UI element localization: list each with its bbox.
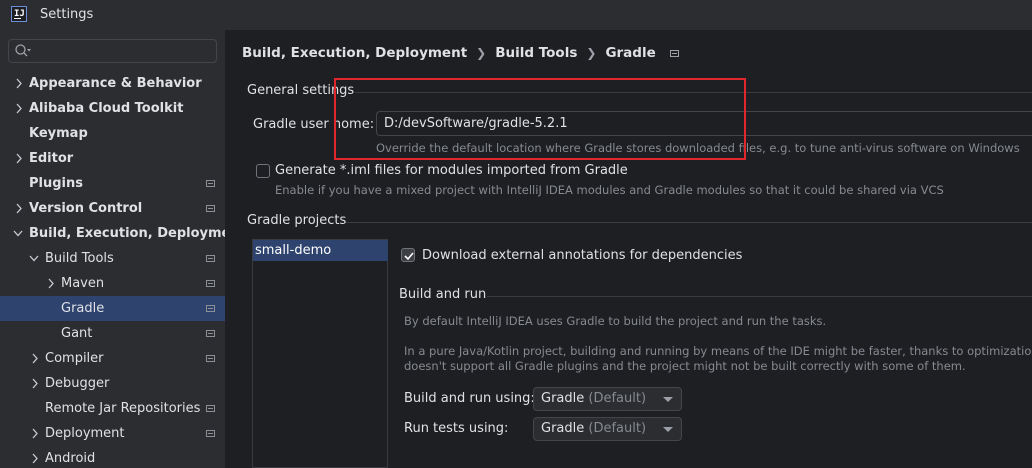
sidebar-item-alibaba-cloud-toolkit[interactable]: Alibaba Cloud Toolkit <box>0 96 225 121</box>
settings-content-panel: Build, Execution, Deployment ❯ Build Too… <box>225 30 1032 468</box>
intellij-logo-icon: IJ <box>11 6 27 22</box>
sidebar-item-build-tools[interactable]: Build Tools <box>0 246 225 271</box>
sidebar-item-android[interactable]: Android <box>0 446 225 468</box>
project-settings-icon <box>669 49 679 57</box>
sidebar-item-label: Build, Execution, Deployment <box>29 226 246 241</box>
settings-search-input[interactable] <box>8 39 217 63</box>
project-settings-icon <box>206 355 215 362</box>
window-title: Settings <box>40 7 94 22</box>
gradle-projects-title: Gradle projects <box>247 213 347 228</box>
search-icon <box>15 44 31 57</box>
sidebar-item-debugger[interactable]: Debugger <box>0 371 225 396</box>
checkmark-icon <box>404 252 414 261</box>
build-run-using-dropdown[interactable]: Gradle (Default) <box>533 387 682 411</box>
sidebar-item-version-control[interactable]: Version Control <box>0 196 225 221</box>
breadcrumb-item-build-tools[interactable]: Build Tools <box>495 45 577 61</box>
breadcrumb-separator-icon: ❯ <box>586 46 597 60</box>
chevron-right-icon <box>32 378 38 389</box>
sidebar-item-gradle[interactable]: Gradle <box>0 296 225 321</box>
sidebar-item-label: Keymap <box>29 126 88 141</box>
sidebar-item-label: Build Tools <box>45 251 114 266</box>
sidebar-item-deployment[interactable]: Deployment <box>0 421 225 446</box>
gradle-user-home-hint: Override the default location where Grad… <box>376 141 1020 155</box>
gradle-user-home-label: Gradle user home: <box>253 117 375 132</box>
build-and-run-title: Build and run <box>399 287 487 302</box>
generate-iml-checkbox[interactable] <box>256 164 270 178</box>
sidebar-item-label: Deployment <box>45 426 125 441</box>
project-settings-icon <box>206 180 215 187</box>
chevron-right-icon <box>16 78 22 89</box>
gradle-user-home-input[interactable]: D:/devSoftware/gradle-5.2.1 <box>376 111 1032 136</box>
project-settings-icon <box>206 405 215 412</box>
project-settings-icon <box>206 280 215 287</box>
project-settings-icon <box>206 305 215 312</box>
sidebar-item-label: Debugger <box>45 376 110 391</box>
project-settings-icon <box>206 205 215 212</box>
sidebar-item-keymap[interactable]: Keymap <box>0 121 225 146</box>
section-divider <box>346 222 1032 223</box>
sidebar-item-plugins[interactable]: Plugins <box>0 171 225 196</box>
sidebar-item-maven[interactable]: Maven <box>0 271 225 296</box>
section-divider <box>355 92 1032 93</box>
download-annotations-label[interactable]: Download external annotations for depend… <box>422 248 742 263</box>
chevron-right-icon <box>32 453 38 464</box>
sidebar-item-label: Gradle <box>61 301 105 316</box>
project-settings-icon <box>206 255 215 262</box>
sidebar-item-label: Gant <box>61 326 93 341</box>
sidebar-item-compiler[interactable]: Compiler <box>0 346 225 371</box>
settings-sidebar: Appearance & Behavior Alibaba Cloud Tool… <box>0 30 246 468</box>
ide-build-note-line1: In a pure Java/Kotlin project, building … <box>404 344 1032 358</box>
sidebar-item-label: Version Control <box>29 201 143 216</box>
project-settings-icon <box>206 430 215 437</box>
sidebar-item-build-execution-deployment[interactable]: Build, Execution, Deployment <box>0 221 246 246</box>
chevron-right-icon <box>16 153 22 164</box>
chevron-down-icon <box>663 397 673 402</box>
breadcrumb-separator-icon: ❯ <box>476 46 487 60</box>
run-tests-using-label: Run tests using: <box>404 421 509 436</box>
chevron-down-icon <box>29 255 39 262</box>
breadcrumb: Build, Execution, Deployment ❯ Build Too… <box>242 43 679 63</box>
sidebar-item-label: Plugins <box>29 176 83 191</box>
sidebar-item-label: Appearance & Behavior <box>29 76 202 91</box>
sidebar-item-label: Maven <box>61 276 105 291</box>
dropdown-value: Gradle <box>541 391 589 406</box>
general-settings-title: General settings <box>247 83 355 98</box>
sidebar-item-gant[interactable]: Gant <box>0 321 225 346</box>
chevron-right-icon <box>48 278 54 289</box>
sidebar-item-label: Remote Jar Repositories <box>45 401 201 416</box>
breadcrumb-item-build-execution-deployment[interactable]: Build, Execution, Deployment <box>242 45 467 61</box>
build-run-using-label: Build and run using: <box>404 391 535 406</box>
dropdown-default-tag: (Default) <box>588 391 647 406</box>
dropdown-value: Gradle <box>541 421 589 436</box>
ide-build-note-line2: doesn't support all Gradle plugins and t… <box>404 359 966 373</box>
chevron-down-icon <box>13 230 23 237</box>
sidebar-item-label: Compiler <box>45 351 104 366</box>
sidebar-item-appearance-behavior[interactable]: Appearance & Behavior <box>0 71 225 96</box>
chevron-down-icon <box>663 427 673 432</box>
list-item-project[interactable]: small-demo <box>253 240 388 261</box>
download-annotations-checkbox[interactable] <box>401 248 415 262</box>
chevron-right-icon <box>32 353 38 364</box>
generate-iml-label[interactable]: Generate *.iml files for modules importe… <box>275 163 628 178</box>
chevron-right-icon <box>16 203 22 214</box>
sidebar-item-label: Alibaba Cloud Toolkit <box>29 101 184 116</box>
build-and-run-description: By default IntelliJ IDEA uses Gradle to … <box>404 314 827 328</box>
chevron-right-icon <box>32 428 38 439</box>
run-tests-using-dropdown[interactable]: Gradle (Default) <box>533 417 682 441</box>
gradle-projects-list: small-demo <box>252 239 388 468</box>
generate-iml-hint: Enable if you have a mixed project with … <box>275 183 944 197</box>
section-divider <box>487 296 1032 297</box>
sidebar-item-label: Editor <box>29 151 74 166</box>
title-bar: IJ Settings <box>0 0 1032 30</box>
sidebar-item-remote-jar-repositories[interactable]: Remote Jar Repositories <box>0 396 225 421</box>
dropdown-default-tag: (Default) <box>588 421 647 436</box>
chevron-right-icon <box>16 103 22 114</box>
sidebar-item-label: Android <box>45 451 96 466</box>
project-settings-icon <box>206 330 215 337</box>
breadcrumb-item-gradle: Gradle <box>605 45 656 61</box>
sidebar-item-editor[interactable]: Editor <box>0 146 225 171</box>
